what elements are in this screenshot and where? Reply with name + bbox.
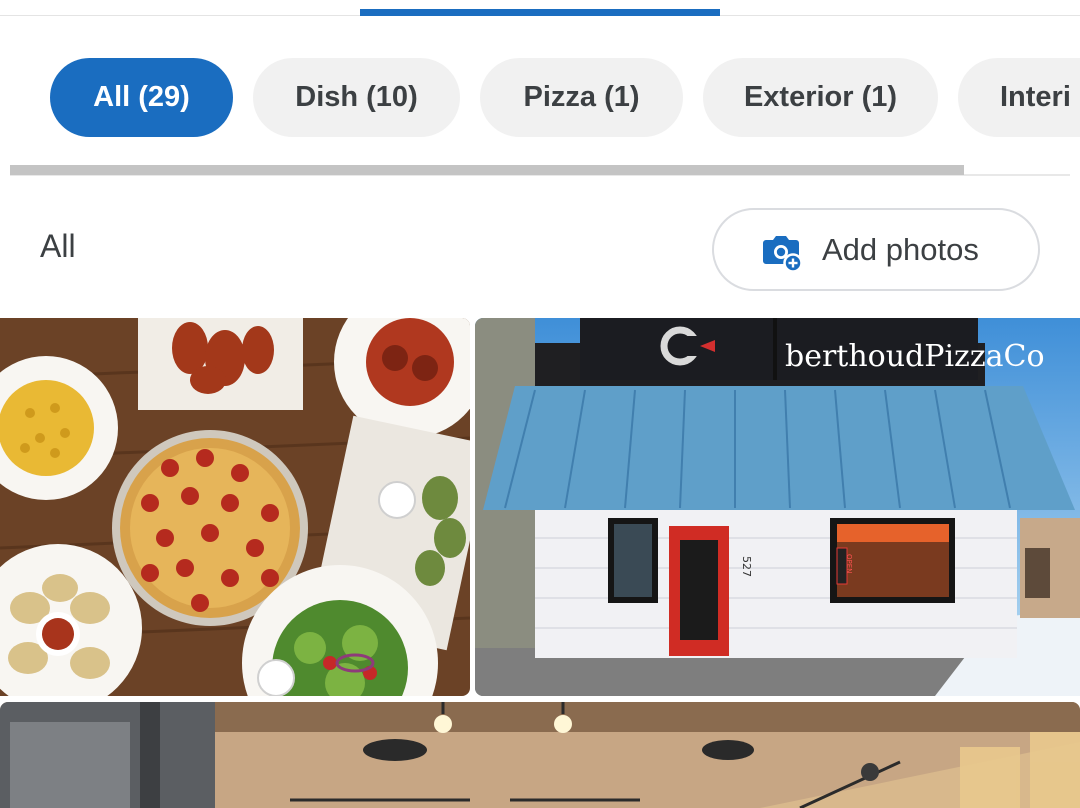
category-chip-row: All (29) Dish (10) Pizza (1) Exterior (1… (0, 58, 1080, 138)
add-photos-button[interactable]: Add photos (712, 208, 1040, 291)
add-photos-label: Add photos (822, 231, 979, 267)
chip-exterior[interactable]: Exterior (1) (703, 58, 938, 137)
photo-storefront[interactable]: berthoudPizzaCo 527 OPEN (475, 318, 1080, 696)
storefront-open-sign: OPEN (845, 554, 853, 573)
photo-interior[interactable] (0, 702, 1080, 808)
storefront-address-number: 527 (740, 556, 753, 577)
storefront-sign-text: berthoudPizzaCo (785, 339, 1045, 374)
section-title: All (40, 228, 76, 264)
chip-dish[interactable]: Dish (10) (253, 58, 460, 137)
chip-all[interactable]: All (29) (50, 58, 233, 137)
photo-food-spread[interactable] (0, 318, 470, 696)
chip-scroll-thumb[interactable] (10, 165, 964, 175)
active-tab-indicator (360, 9, 720, 16)
chip-pizza[interactable]: Pizza (1) (480, 58, 683, 137)
chip-interior[interactable]: Interi (958, 58, 1080, 137)
camera-add-icon (763, 235, 803, 272)
